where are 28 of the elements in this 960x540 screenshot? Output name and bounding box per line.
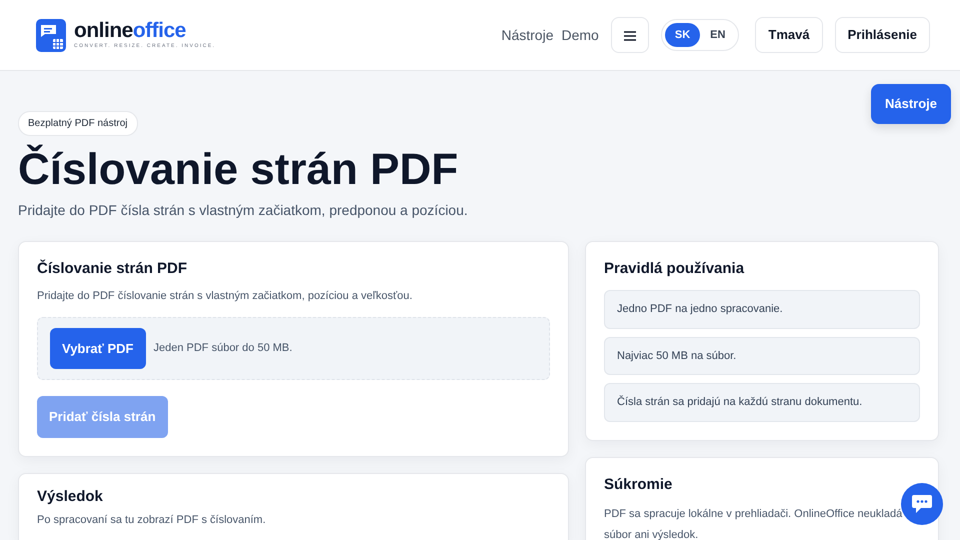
card-title: Pravidlá používania [604, 260, 746, 278]
header-button[interactable]: Tmavá [755, 17, 823, 53]
logo-text[interactable]: onlineoffice [74, 20, 216, 41]
header-button[interactable]: Prihlásenie [834, 17, 930, 53]
nav-link[interactable]: Demo [562, 24, 599, 46]
privacy-text: PDF sa spracuje lokálne v prehliadači. OnlineOffice neukladá súbor ani výsledok. [604, 506, 904, 540]
upload-hint: Jeden PDF súbor do 50 MB. [154, 341, 292, 356]
tools-button[interactable]: Nástroje [870, 84, 951, 124]
card-title: Číslovanie strán PDF [37, 260, 188, 278]
page-title: Číslovanie strán PDF [18, 146, 460, 194]
language-toggle[interactable]: SK [664, 23, 700, 47]
rule-item: Čísla strán sa pridajú na každú stranu dokumentu. [604, 383, 920, 422]
logo-icon [36, 18, 66, 52]
chat-icon [911, 494, 933, 514]
choose-file-button[interactable]: Vybrať PDF [50, 328, 146, 370]
rule-item: Jedno PDF na jedno spracovanie. [604, 290, 920, 329]
page-subtitle: Pridajte do PDF čísla strán s vlastným začiatkom, predponou a pozíciou. [18, 201, 469, 220]
language-toggle[interactable]: EN [700, 23, 736, 47]
card-description: Pridajte do PDF číslovanie strán s vlastným začiatkom, pozíciou a veľkosťou. [37, 289, 414, 304]
upload-area[interactable]: Vybrať PDF Jeden PDF súbor do 50 MB. [37, 316, 550, 380]
menu-icon [624, 30, 636, 41]
card-title: Výsledok [37, 488, 104, 506]
card-title: Súkromie [604, 476, 674, 494]
nav-link[interactable]: Nástroje [501, 24, 554, 46]
rule-item: Najviac 50 MB na súbor. [604, 336, 920, 376]
result-text: Po spracovaní sa tu zobrazí PDF s číslovaním. [37, 512, 267, 528]
menu-button[interactable] [610, 17, 649, 53]
tag-label: Bezplatný PDF nástroj [18, 111, 138, 136]
